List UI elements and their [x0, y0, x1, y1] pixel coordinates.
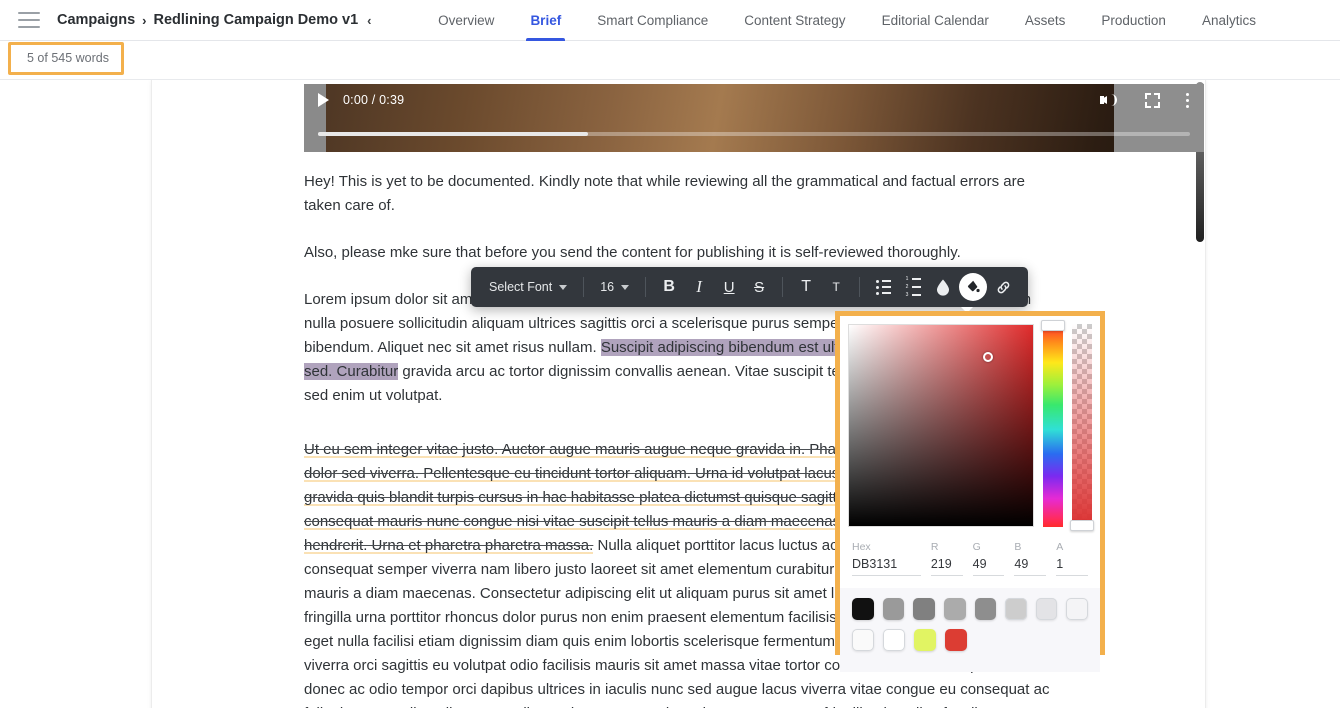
word-count-label: 5 of 545 words	[27, 51, 109, 65]
bold-button[interactable]: B	[655, 273, 683, 301]
italic-button[interactable]: I	[685, 273, 713, 301]
red-field[interactable]: R 219	[930, 541, 963, 576]
blue-value[interactable]: 49	[1014, 557, 1047, 576]
format-toolbar: Select Font 16 B I U S T T 123	[471, 267, 1029, 313]
color-swatch[interactable]	[1035, 598, 1058, 620]
hue-slider[interactable]	[1041, 320, 1065, 527]
play-icon[interactable]	[318, 93, 329, 107]
droplet-icon[interactable]	[929, 273, 957, 301]
breadcrumb-root[interactable]: Campaigns	[57, 12, 135, 28]
video-controls: 0:00 / 0:39	[304, 84, 1204, 152]
green-label: G	[972, 541, 981, 553]
increase-font-size-button[interactable]: T	[792, 273, 820, 301]
font-family-dropdown[interactable]: Select Font	[481, 280, 575, 294]
hamburger-bar	[18, 26, 40, 28]
color-picker-highlight: Hex DB3131 R 219 G 49 B 49 A 1	[835, 311, 1105, 672]
video-player[interactable]: 0:00 / 0:39	[304, 84, 1204, 152]
chevron-down-icon	[621, 284, 630, 290]
color-swatch[interactable]	[852, 629, 874, 651]
color-swatch[interactable]	[882, 598, 905, 620]
saturation-value-area[interactable]	[848, 324, 1034, 527]
alpha-value[interactable]: 1	[1056, 557, 1088, 576]
word-count-bar	[0, 41, 1340, 80]
color-swatches	[840, 588, 1100, 672]
alpha-label: A	[1056, 541, 1064, 553]
color-picker-panel: Hex DB3131 R 219 G 49 B 49 A 1	[840, 316, 1100, 672]
breadcrumb: Campaigns › Redlining Campaign Demo v1 ‹	[57, 12, 373, 28]
hex-value[interactable]: DB3131	[852, 557, 921, 576]
chevron-left-icon[interactable]: ‹	[367, 13, 373, 28]
alpha-slider[interactable]	[1070, 324, 1094, 531]
color-swatch[interactable]	[1066, 598, 1088, 620]
color-picker-marker[interactable]	[982, 352, 993, 363]
underline-button[interactable]: U	[715, 273, 743, 301]
paint-bucket-icon[interactable]	[959, 273, 988, 301]
video-progress-fill	[318, 132, 589, 136]
decrease-font-size-button[interactable]: T	[822, 273, 850, 301]
hamburger-icon[interactable]	[18, 12, 40, 28]
tab-production[interactable]: Production	[1083, 0, 1184, 41]
word-count-highlight: 5 of 545 words	[8, 42, 124, 75]
color-swatch[interactable]	[943, 598, 966, 620]
color-swatch[interactable]	[914, 629, 936, 651]
hamburger-bar	[18, 19, 40, 21]
color-swatch[interactable]	[974, 598, 997, 620]
font-family-label: Select Font	[489, 280, 553, 294]
hamburger-bar	[18, 12, 40, 14]
paragraph-2[interactable]: Also, please mke sure that before you se…	[304, 241, 1055, 265]
color-swatch[interactable]	[945, 629, 967, 651]
numbered-list-icon[interactable]: 123	[899, 273, 927, 301]
volume-icon[interactable]	[1100, 92, 1119, 108]
tab-smart-compliance[interactable]: Smart Compliance	[579, 0, 726, 41]
color-value-fields: Hex DB3131 R 219 G 49 B 49 A 1	[840, 527, 1100, 588]
blue-field[interactable]: B 49	[1014, 541, 1047, 576]
color-swatch[interactable]	[852, 598, 874, 620]
toolbar-divider	[859, 277, 861, 297]
tab-editorial-calendar[interactable]: Editorial Calendar	[864, 0, 1007, 41]
hex-label: Hex	[852, 541, 871, 553]
fullscreen-icon[interactable]	[1145, 92, 1160, 108]
tab-analytics[interactable]: Analytics	[1184, 0, 1274, 41]
green-value[interactable]: 49	[972, 557, 1005, 576]
hex-field[interactable]: Hex DB3131	[852, 541, 921, 576]
tab-assets[interactable]: Assets	[1007, 0, 1084, 41]
breadcrumb-separator-icon: ›	[142, 12, 147, 28]
hue-slider-handle[interactable]	[1041, 320, 1065, 331]
color-swatch[interactable]	[883, 629, 905, 651]
toolbar-divider	[782, 277, 784, 297]
alpha-slider-handle[interactable]	[1070, 520, 1094, 531]
red-value[interactable]: 219	[930, 557, 963, 576]
color-picker-top	[840, 316, 1100, 531]
color-swatch[interactable]	[1005, 598, 1027, 620]
alpha-field[interactable]: A 1	[1056, 541, 1088, 576]
breadcrumb-current[interactable]: Redlining Campaign Demo v1	[154, 12, 359, 28]
more-vertical-icon[interactable]	[1186, 92, 1190, 108]
bullet-list-icon[interactable]	[869, 273, 897, 301]
tab-brief[interactable]: Brief	[512, 0, 579, 41]
red-label: R	[930, 541, 939, 553]
video-progress-track[interactable]	[318, 132, 1190, 136]
font-size-dropdown[interactable]: 16	[592, 280, 637, 294]
strikethrough-button[interactable]: S	[745, 273, 773, 301]
swatch-row-2	[852, 629, 1088, 651]
toolbar-divider	[645, 277, 647, 297]
blue-label: B	[1014, 541, 1022, 553]
green-field[interactable]: G 49	[972, 541, 1005, 576]
color-swatch[interactable]	[913, 598, 935, 620]
app-header: Campaigns › Redlining Campaign Demo v1 ‹…	[0, 0, 1340, 41]
font-size-label: 16	[600, 280, 615, 294]
swatch-row-1	[852, 598, 1088, 620]
main-tabs: Overview Brief Smart Compliance Content …	[420, 0, 1340, 41]
tab-overview[interactable]: Overview	[420, 0, 512, 41]
chevron-down-icon	[559, 284, 568, 290]
video-time: 0:00 / 0:39	[343, 93, 405, 107]
tab-content-strategy[interactable]: Content Strategy	[726, 0, 863, 41]
paragraph-1[interactable]: Hey! This is yet to be documented. Kindl…	[304, 170, 1055, 218]
document-canvas: 0:00 / 0:39 Hey! This is yet to be docum…	[0, 80, 1340, 708]
toolbar-divider	[583, 277, 585, 297]
link-icon[interactable]	[989, 273, 1017, 301]
